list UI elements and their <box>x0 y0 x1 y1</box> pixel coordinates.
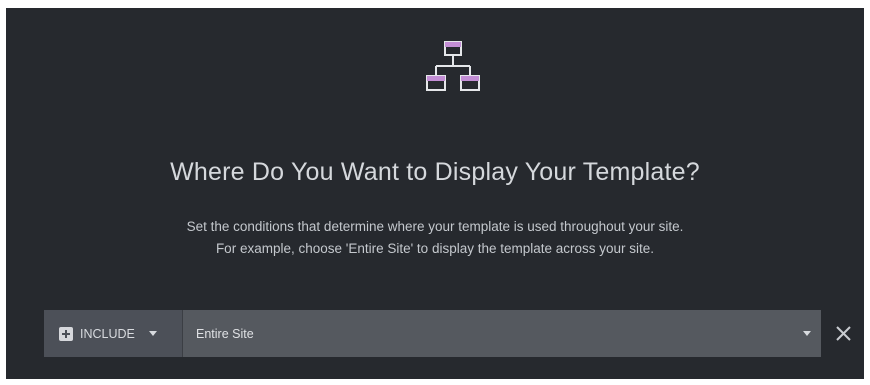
description-line-1: Set the conditions that determine where … <box>186 219 684 234</box>
condition-row: INCLUDE Entire Site <box>44 310 821 357</box>
dialog-title: Where Do You Want to Display Your Templa… <box>170 158 700 186</box>
condition-scope-select[interactable]: Entire Site <box>183 310 821 357</box>
conditions-panel: Where Do You Want to Display Your Templa… <box>6 8 864 379</box>
include-label: INCLUDE <box>80 326 135 341</box>
dialog-description: Set the conditions that determine where … <box>6 216 864 260</box>
chevron-down-icon <box>803 331 811 336</box>
include-exclude-select[interactable]: INCLUDE <box>44 310 182 357</box>
close-icon[interactable] <box>834 324 853 343</box>
description-line-2: For example, choose 'Entire Site' to dis… <box>215 241 655 256</box>
scope-value: Entire Site <box>196 326 254 341</box>
sitemap-icon <box>426 41 480 91</box>
chevron-down-icon <box>148 331 157 336</box>
plus-square-icon <box>59 326 73 341</box>
